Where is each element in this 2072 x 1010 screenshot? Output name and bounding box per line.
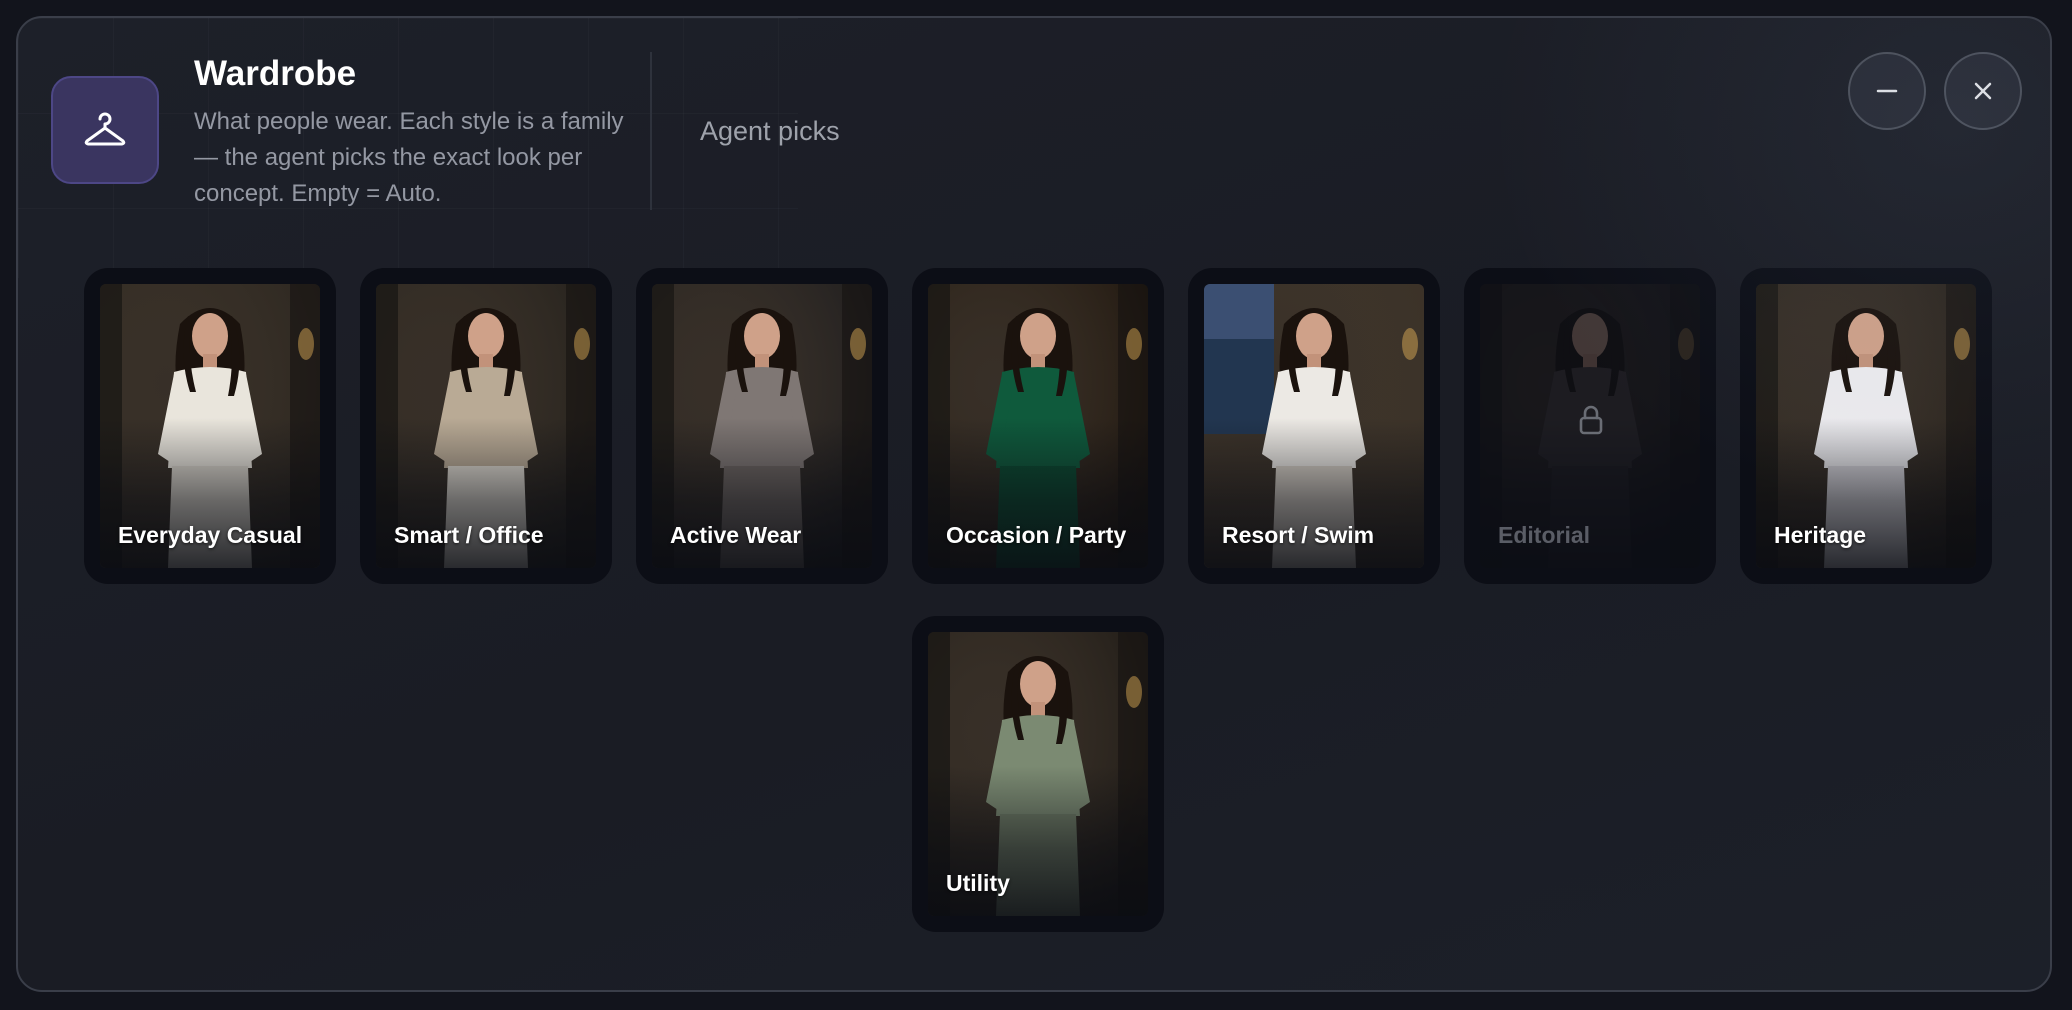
style-card-heritage[interactable]: Heritage bbox=[1740, 268, 1992, 584]
wardrobe-panel: Wardrobe What people wear. Each style is… bbox=[16, 16, 2052, 992]
page-description: What people wear. Each style is a family… bbox=[194, 108, 624, 207]
style-card-utility[interactable]: Utility bbox=[912, 616, 1164, 932]
selection-status: Agent picks bbox=[700, 116, 840, 146]
header-divider bbox=[650, 52, 652, 210]
lock-icon bbox=[1579, 405, 1603, 435]
style-card-active-wear[interactable]: Active Wear bbox=[636, 268, 888, 584]
style-label: Smart / Office bbox=[394, 522, 544, 548]
minus-icon bbox=[1876, 89, 1898, 93]
style-card-smart-office[interactable]: Smart / Office bbox=[360, 268, 612, 584]
style-label: Utility bbox=[946, 870, 1010, 896]
style-card-occasion-party[interactable]: Occasion / Party bbox=[912, 268, 1164, 584]
page-title: Wardrobe bbox=[194, 54, 357, 93]
minimize-button[interactable] bbox=[1848, 52, 1926, 130]
style-card-everyday-casual[interactable]: Everyday Casual bbox=[84, 268, 336, 584]
style-label: Everyday Casual bbox=[118, 522, 303, 548]
style-card-editorial: Editorial bbox=[1464, 268, 1716, 584]
style-label: Resort / Swim bbox=[1222, 522, 1375, 548]
style-label: Active Wear bbox=[670, 522, 802, 548]
style-card-resort-swim[interactable]: Resort / Swim bbox=[1188, 268, 1440, 584]
hanger-icon bbox=[51, 76, 159, 184]
close-button[interactable] bbox=[1944, 52, 2022, 130]
style-label: Occasion / Party bbox=[946, 522, 1127, 548]
style-label: Heritage bbox=[1774, 522, 1867, 548]
style-label: Editorial bbox=[1498, 522, 1591, 548]
close-icon bbox=[1974, 82, 1992, 100]
